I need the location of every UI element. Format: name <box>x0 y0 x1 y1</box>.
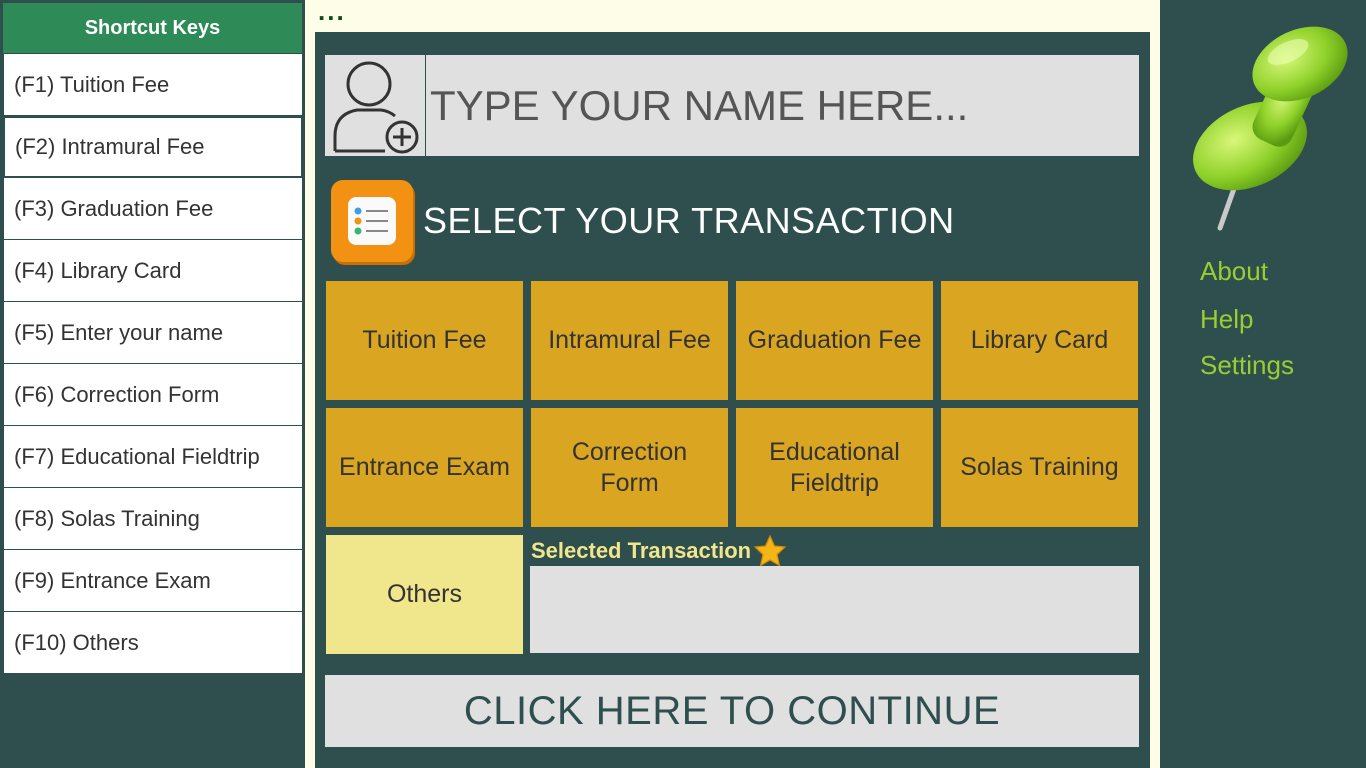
shortcut-item-f5[interactable]: (F5) Enter your name <box>3 302 303 364</box>
shortcut-item-f3[interactable]: (F3) Graduation Fee <box>3 178 303 240</box>
tile-educational-fieldtrip[interactable]: Educational Fieldtrip <box>736 408 933 527</box>
shortcut-item-f10[interactable]: (F10) Others <box>3 612 303 674</box>
tile-others[interactable]: Others <box>326 535 523 654</box>
select-title: SELECT YOUR TRANSACTION <box>423 200 955 241</box>
tile-solas-training[interactable]: Solas Training <box>941 408 1138 527</box>
shortcut-item-f6[interactable]: (F6) Correction Form <box>3 364 303 426</box>
main-panel: SELECT YOUR TRANSACTION Tuition Fee Intr… <box>315 32 1150 768</box>
shortcut-list: (F1) Tuition Fee (F2) Intramural Fee (F3… <box>3 54 303 674</box>
selected-transaction-box <box>530 566 1139 653</box>
name-input[interactable] <box>426 54 1139 157</box>
shortcut-header: Shortcut Keys <box>3 3 302 53</box>
help-link[interactable]: Help <box>1200 304 1253 335</box>
select-row: SELECT YOUR TRANSACTION <box>331 180 955 262</box>
settings-link[interactable]: Settings <box>1200 350 1294 381</box>
tile-library-card[interactable]: Library Card <box>941 281 1138 400</box>
star-icon <box>753 535 787 567</box>
shortcut-item-f8[interactable]: (F8) Solas Training <box>3 488 303 550</box>
shortcut-item-f1[interactable]: (F1) Tuition Fee <box>3 54 303 116</box>
shortcut-item-f2[interactable]: (F2) Intramural Fee <box>3 116 303 178</box>
tile-entrance-exam[interactable]: Entrance Exam <box>326 408 523 527</box>
tile-tuition-fee[interactable]: Tuition Fee <box>326 281 523 400</box>
pushpin-icon <box>1193 26 1348 231</box>
user-add-icon <box>325 55 426 156</box>
selected-transaction-label: Selected Transaction <box>531 535 787 567</box>
tile-graduation-fee[interactable]: Graduation Fee <box>736 281 933 400</box>
shortcut-item-f7[interactable]: (F7) Educational Fieldtrip <box>3 426 303 488</box>
checklist-app-icon <box>331 180 413 262</box>
tile-correction-form[interactable]: Correction Form <box>531 408 728 527</box>
continue-button[interactable]: CLICK HERE TO CONTINUE <box>325 675 1139 747</box>
right-panel: About Help Settings <box>1160 0 1366 768</box>
tile-intramural-fee[interactable]: Intramural Fee <box>531 281 728 400</box>
name-box <box>325 54 1139 157</box>
shortcut-panel: Shortcut Keys (F1) Tuition Fee (F2) Intr… <box>0 0 305 768</box>
selected-transaction-text: Selected Transaction <box>531 538 752 563</box>
top-dots: ... <box>318 0 346 26</box>
shortcut-item-f4[interactable]: (F4) Library Card <box>3 240 303 302</box>
about-link[interactable]: About <box>1200 256 1268 287</box>
shortcut-item-f9[interactable]: (F9) Entrance Exam <box>3 550 303 612</box>
